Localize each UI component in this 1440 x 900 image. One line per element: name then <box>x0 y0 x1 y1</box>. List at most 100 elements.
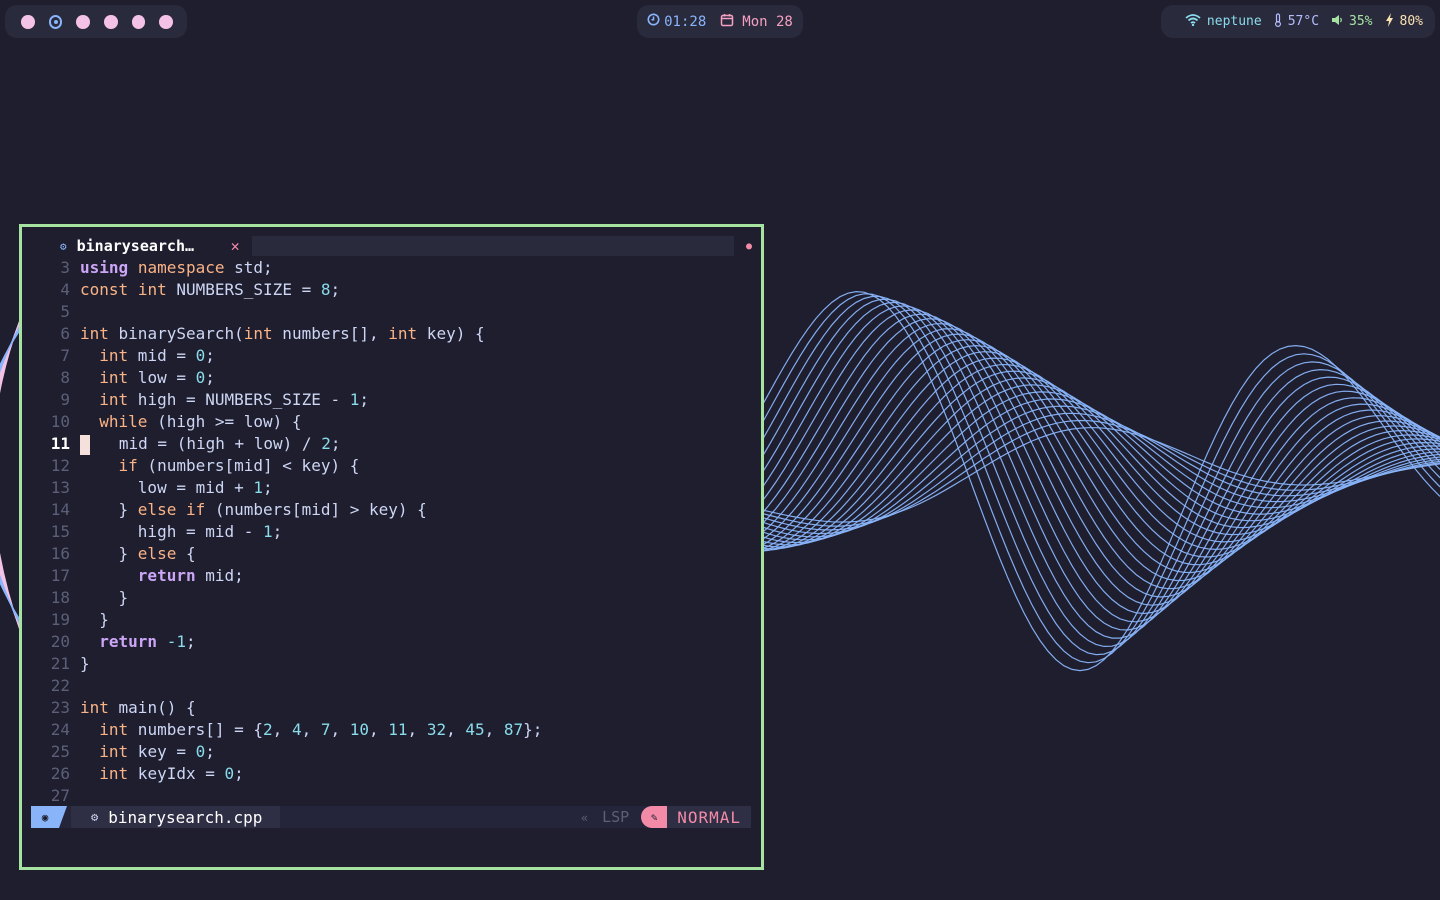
line-text: } else if (numbers[mid] > key) { <box>80 499 427 521</box>
workspace-1-button[interactable] <box>21 14 35 29</box>
code-line[interactable]: 12 if (numbers[mid] < key) { <box>22 455 761 477</box>
code-token: const <box>80 280 129 299</box>
code-line[interactable]: 5 <box>22 301 761 323</box>
line-text: return mid; <box>80 565 244 587</box>
code-token: } <box>80 588 129 607</box>
code-line[interactable]: 19 } <box>22 609 761 631</box>
workspace-2-button[interactable] <box>48 14 63 29</box>
code-token: -1 <box>166 632 186 651</box>
date-text: Mon 28 <box>742 13 793 30</box>
code-line[interactable]: 21} <box>22 653 761 675</box>
statusline-file: ⚙ binarysearch.cpp <box>71 806 281 828</box>
code-token: 11 <box>388 720 408 739</box>
wave-line <box>759 318 1440 606</box>
statusline-filename: binarysearch.cpp <box>108 807 263 827</box>
workspace-6-button[interactable] <box>159 14 174 29</box>
code-line[interactable]: 26 int keyIdx = 0; <box>22 763 761 785</box>
text-cursor <box>80 434 90 455</box>
code-token: 87 <box>503 720 524 739</box>
workspace-3-button[interactable] <box>76 14 91 29</box>
code-token: ; <box>185 632 196 651</box>
code-line[interactable]: 7 int mid = 0; <box>22 345 761 367</box>
modified-indicator-icon: ● <box>745 240 752 252</box>
code-token: return <box>137 566 196 585</box>
code-line[interactable]: 23 int main() { <box>22 697 761 719</box>
code-line[interactable]: 17 return mid; <box>22 565 761 587</box>
line-text: int numbers[] = {2, 4, 7, 10, 11, 32, 45… <box>80 719 542 741</box>
code-line[interactable]: 3 using namespace std; <box>22 257 761 279</box>
volume-widget[interactable]: 35% <box>1331 14 1373 30</box>
line-number: 14 <box>50 500 70 519</box>
mode-icon: ✎ <box>641 806 668 828</box>
code-line[interactable]: 14 } else if (numbers[mid] > key) { <box>22 499 761 521</box>
line-text: } <box>80 653 90 675</box>
code-token: using <box>80 258 129 277</box>
code-token: } <box>80 544 138 563</box>
code-token: 32 <box>426 720 447 739</box>
tab-close-button[interactable]: ✕ <box>231 237 240 255</box>
battery-text: 80% <box>1399 14 1423 29</box>
code-token: high = mid - <box>80 522 264 541</box>
code-line[interactable]: 15 high = mid - 1; <box>22 521 761 543</box>
line-number: 18 <box>50 588 70 607</box>
code-token: int <box>243 324 273 343</box>
code-line[interactable]: 18 } <box>22 587 761 609</box>
tab-binarysearch[interactable]: ⚙ binarysearch… ✕ <box>52 235 248 257</box>
line-number: 26 <box>50 764 70 783</box>
line-text: const int NUMBERS_SIZE = 8; <box>80 279 340 301</box>
code-token: mid = <box>128 346 196 365</box>
code-line[interactable]: 16 } else { <box>22 543 761 565</box>
code-area[interactable]: 3 using namespace std; 4 const int NUMBERS_… <box>22 257 761 807</box>
code-token: high = NUMBERS_SIZE - <box>128 390 350 409</box>
code-line[interactable]: 6 int binarySearch(int numbers[], int key… <box>22 323 761 345</box>
line-number: 24 <box>50 720 70 739</box>
code-token: int <box>99 346 129 365</box>
code-line[interactable]: 22 <box>22 675 761 697</box>
code-line[interactable]: 8 int low = 0; <box>22 367 761 389</box>
code-token: key = <box>128 742 196 761</box>
code-token: key) { <box>417 324 485 343</box>
wave-line <box>759 305 1440 631</box>
editor-window[interactable]: ⚙ binarysearch… ✕ ● 3 using namespace std… <box>19 224 764 870</box>
line-text: } <box>80 587 129 609</box>
network-widget[interactable]: neptune <box>1185 13 1262 30</box>
time-text: 01:28 <box>664 13 707 30</box>
code-token: NUMBERS_SIZE = <box>166 280 321 299</box>
code-token: 0 <box>195 368 206 387</box>
line-number: 6 <box>60 324 70 343</box>
code-token: } <box>80 500 138 519</box>
code-token: ; <box>205 742 215 761</box>
line-text: int key = 0; <box>80 741 215 763</box>
code-token: int <box>388 324 418 343</box>
workspace-4-button[interactable] <box>104 14 118 29</box>
code-line[interactable]: 20 return -1; <box>22 631 761 653</box>
code-line[interactable]: 13 low = mid + 1; <box>22 477 761 499</box>
code-token: ; <box>330 434 341 453</box>
code-line[interactable]: 27 <box>22 785 761 807</box>
workspace-5-button[interactable] <box>131 14 146 29</box>
code-line[interactable]: 24 int numbers[] = {2, 4, 7, 10, 11, 32,… <box>22 719 761 741</box>
code-token: 1 <box>263 522 273 541</box>
clock-widget[interactable]: 01:28 Mon 28 <box>637 5 803 38</box>
code-line[interactable]: 9 int high = NUMBERS_SIZE - 1; <box>22 389 761 411</box>
line-number: 8 <box>60 368 70 387</box>
code-token: , <box>407 720 427 739</box>
code-token: mid = (high + low) / <box>90 434 322 453</box>
code-line[interactable]: 4 const int NUMBERS_SIZE = 8; <box>22 279 761 301</box>
code-token: binarySearch( <box>108 324 244 343</box>
code-line[interactable]: 10 while (high >= low) { <box>22 411 761 433</box>
line-number: 13 <box>50 478 70 497</box>
battery-widget: 80% <box>1385 12 1423 31</box>
code-token: namespace <box>137 258 225 277</box>
code-line[interactable]: 11 mid = (high + low) / 2; <box>22 433 761 455</box>
code-token: int <box>99 368 129 387</box>
code-line[interactable]: 25 int key = 0; <box>22 741 761 763</box>
lsp-icon: « <box>580 811 589 825</box>
code-token: if <box>185 500 206 519</box>
code-token: 0 <box>224 764 235 783</box>
line-number: 12 <box>50 456 70 475</box>
